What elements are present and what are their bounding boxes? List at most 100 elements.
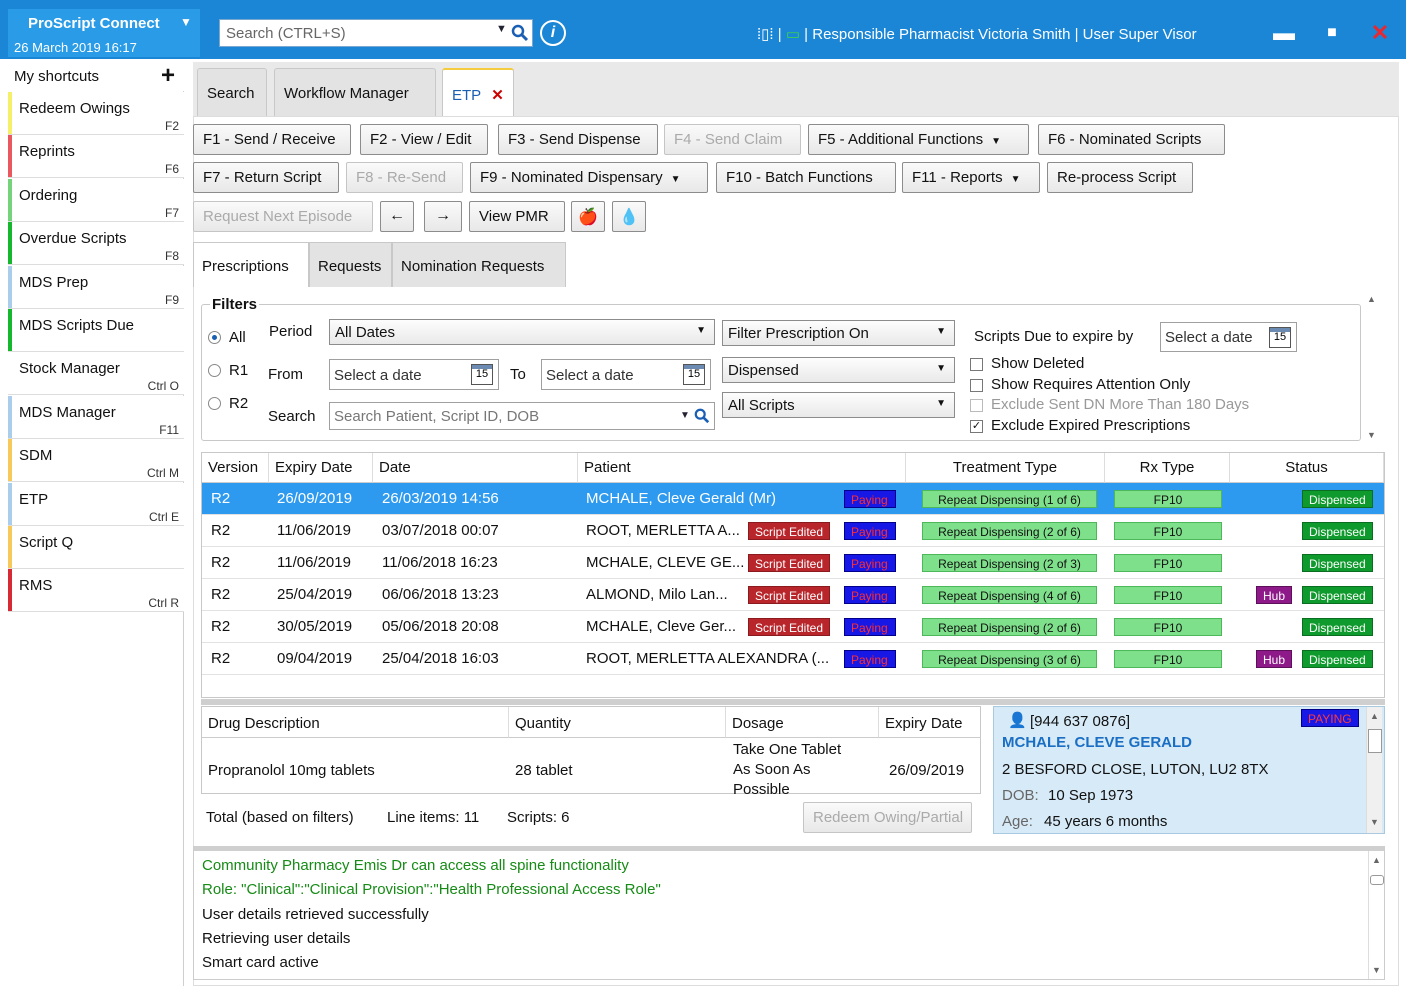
checkbox-show-requires-attention-only[interactable] [970,378,983,392]
scroll-thumb[interactable] [1368,729,1382,753]
radio-r1[interactable] [208,364,221,377]
col-dosage[interactable]: Dosage [726,707,879,738]
f8-re-send-button[interactable]: F8 - Re-Send [346,162,463,193]
global-search-input[interactable]: Search (CTRL+S) ▼ [219,19,533,47]
tab-etp[interactable]: ETP ✕ [442,68,514,116]
flask-button[interactable]: 💧 [612,201,646,232]
f7-return-script-button[interactable]: F7 - Return Script [193,162,339,193]
f3-send-dispense-button[interactable]: F3 - Send Dispense [498,124,658,155]
f10-batch-functions-button[interactable]: F10 - Batch Functions [716,162,896,193]
calendar-icon[interactable]: 15 [683,364,705,385]
close-icon[interactable]: ✕ [1364,18,1396,50]
next-arrow-button[interactable]: → [424,201,462,232]
table-row[interactable]: R2 30/05/2019 05/06/2018 20:08 MCHALE, Clev… [202,611,1384,643]
maximize-icon[interactable]: ■ [1316,18,1348,50]
col-treatment-type[interactable]: Treatment Type [906,453,1105,483]
col-expiry-date[interactable]: Expiry Date [269,453,373,483]
col-version[interactable]: Version [202,453,269,483]
f9-nominated-dispensary-button[interactable]: F9 - Nominated Dispensary ▼ [470,162,708,193]
f6-nominated-scripts-button[interactable]: F6 - Nominated Scripts [1038,124,1225,155]
drug-row[interactable]: Propranolol 10mg tablets 28 tablet Take … [202,738,980,794]
col-quantity[interactable]: Quantity [509,707,726,738]
sidebar-item-ordering[interactable]: Ordering F7 [8,178,184,222]
all-scripts-select[interactable]: All Scripts ▼ [722,392,955,418]
col-rx-type[interactable]: Rx Type [1105,453,1230,483]
col-drug-description[interactable]: Drug Description [202,707,509,738]
table-row[interactable]: R2 11/06/2019 11/06/2018 16:23 MCHALE, CLEV… [202,547,1384,579]
scroll-up-icon[interactable]: ▲ [1367,294,1376,304]
f1-send-receive-button[interactable]: F1 - Send / Receive [193,124,351,155]
scroll-thumb[interactable] [1370,875,1384,885]
app-menu-button[interactable]: ProScript Connect ▼ 26 March 2019 16:17 [8,9,200,57]
table-row[interactable]: R2 26/09/2019 26/03/2019 14:56 MCHALE, Clev… [202,483,1384,515]
re-process-script-button[interactable]: Re-process Script [1047,162,1193,193]
radio-r2[interactable] [208,397,221,410]
request-next-episode-button[interactable]: Request Next Episode [193,201,373,232]
from-date-input[interactable]: Select a date 15 [329,359,499,390]
scroll-up-icon[interactable]: ▲ [1372,855,1381,865]
patient-search-input[interactable]: Search Patient, Script ID, DOB ▼ [329,402,715,430]
table-row[interactable]: R2 09/04/2019 25/04/2018 16:03 ROOT, MERLET… [202,643,1384,675]
scroll-up-icon[interactable]: ▲ [1370,711,1379,721]
col-patient[interactable]: Patient [578,453,906,483]
f5-additional-functions-button[interactable]: F5 - Additional Functions ▼ [808,124,1029,155]
calendar-icon[interactable]: 15 [1269,327,1291,348]
filter-prescription-on-select[interactable]: Filter Prescription On ▼ [722,320,955,346]
tab-workflow-manager[interactable]: Workflow Manager [274,68,436,116]
pane-splitter[interactable] [201,699,1385,705]
table-row[interactable]: R2 25/04/2019 06/06/2018 13:23 ALMOND, Milo… [202,579,1384,611]
table-row[interactable]: R2 11/06/2019 03/07/2018 00:07 ROOT, MERLET… [202,515,1384,547]
sidebar-item-etp[interactable]: ETP Ctrl E [8,482,184,526]
col-status[interactable]: Status [1230,453,1384,483]
add-shortcut-icon[interactable]: + [161,62,175,90]
calendar-icon[interactable]: 15 [471,364,493,385]
sidebar-item-redeem-owings[interactable]: Redeem Owings F2 [8,92,184,135]
log-scrollbar[interactable]: ▲ ▼ [1368,851,1384,979]
view-pmr-button[interactable]: View PMR [469,201,565,232]
sidebar-item-script-q[interactable]: Script Q [8,526,184,569]
f2-view-edit-button[interactable]: F2 - View / Edit [360,124,488,155]
checkbox-exclude-sent-dn-more-than-180-days[interactable] [970,399,983,412]
dispensed-select[interactable]: Dispensed ▼ [722,357,955,383]
expire-date-input[interactable]: Select a date 15 [1160,322,1297,352]
tab-search[interactable]: Search [197,68,267,116]
radio-all[interactable] [208,331,221,344]
close-tab-icon[interactable]: ✕ [491,87,504,104]
checkbox-show-deleted[interactable] [970,358,983,371]
info-icon[interactable]: i [540,20,566,46]
to-date-input[interactable]: Select a date 15 [541,359,711,390]
scroll-down-icon[interactable]: ▼ [1367,430,1376,440]
scroll-down-icon[interactable]: ▼ [1370,817,1379,827]
f4-send-claim-button[interactable]: F4 - Send Claim [664,124,801,155]
sidebar-item-sdm[interactable]: SDM Ctrl M [8,439,184,483]
checkbox-exclude-expired-prescriptions[interactable]: ✓ [970,419,983,433]
button-label: View PMR [479,208,549,225]
sidebar-item-rms[interactable]: RMS Ctrl R [8,569,184,613]
apple-button[interactable]: 🍎 [571,201,605,232]
search-icon[interactable] [694,408,710,424]
search-icon[interactable] [511,24,529,42]
sidebar-item-mds-scripts-due[interactable]: MDS Scripts Due [8,309,184,352]
sidebar-item-mds-prep[interactable]: MDS Prep F9 [8,265,184,309]
previous-arrow-button[interactable]: ← [380,201,414,232]
subtab-nomination-requests[interactable]: Nomination Requests [392,242,566,287]
sidebar-item-mds-manager[interactable]: MDS Manager F11 [8,395,184,439]
subtab-prescriptions[interactable]: Prescriptions [193,242,309,287]
search-dropdown-icon[interactable]: ▼ [680,410,690,421]
sidebar-item-reprints[interactable]: Reprints F6 [8,135,184,179]
minimize-icon[interactable]: ▬ [1268,18,1300,50]
col-date[interactable]: Date [373,453,578,483]
f11-reports-button[interactable]: F11 - Reports ▼ [902,162,1040,193]
search-dropdown-icon[interactable]: ▼ [496,23,507,35]
sidebar-item-overdue-scripts[interactable]: Overdue Scripts F8 [8,222,184,266]
button-label: F5 - Additional Functions [818,131,984,148]
sidebar-item-stock-manager[interactable]: Stock Manager Ctrl O [8,352,184,396]
scroll-down-icon[interactable]: ▼ [1372,965,1381,975]
col-expiry-date[interactable]: Expiry Date [879,707,981,738]
subtab-requests[interactable]: Requests [309,242,392,287]
patient-scrollbar[interactable]: ▲ ▼ [1366,707,1382,833]
patient-name[interactable]: MCHALE, CLEVE GERALD [1002,734,1192,751]
filters-scrollbar[interactable]: ▲ ▼ [1364,290,1380,442]
period-select[interactable]: All Dates ▼ [329,319,715,345]
redeem-owing-button[interactable]: Redeem Owing/Partial [803,802,973,833]
